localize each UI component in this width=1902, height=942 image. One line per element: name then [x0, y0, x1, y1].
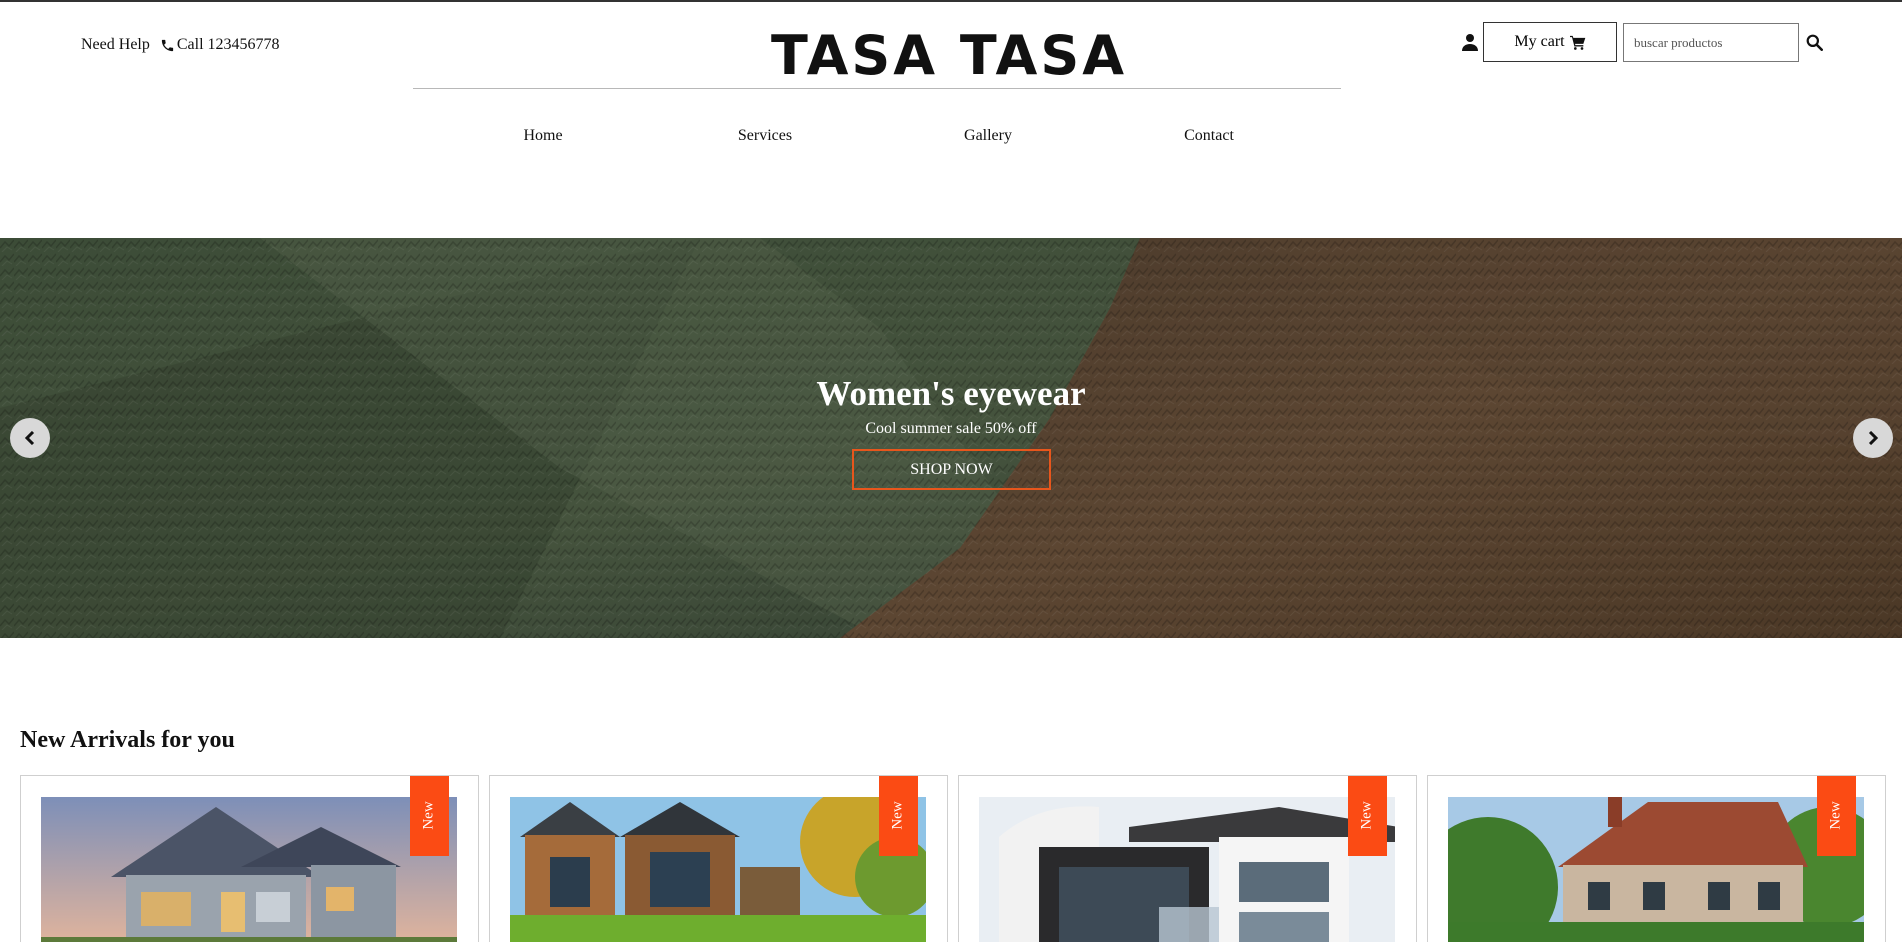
- product-card[interactable]: New: [1427, 775, 1886, 942]
- cart-label: My cart: [1514, 33, 1565, 50]
- new-arrivals-title: New Arrivals for you: [20, 727, 235, 753]
- nav-item-gallery[interactable]: Gallery: [964, 127, 1012, 145]
- user-icon[interactable]: [1462, 33, 1478, 51]
- cart-icon: [1569, 35, 1585, 50]
- product-card[interactable]: New: [958, 775, 1417, 942]
- product-image[interactable]: [979, 797, 1395, 942]
- nav-item-services[interactable]: Services: [738, 127, 792, 145]
- product-image[interactable]: [1448, 797, 1864, 942]
- slider-next-button[interactable]: [1853, 418, 1893, 458]
- new-badge: New: [1817, 776, 1856, 856]
- nav-item-home[interactable]: Home: [523, 127, 562, 145]
- main-nav: Home Services Gallery Contact: [0, 127, 1902, 151]
- hero-title: Women's eyewear: [816, 374, 1086, 413]
- product-image[interactable]: [510, 797, 926, 942]
- chevron-left-icon: [24, 431, 35, 445]
- nav-item-contact[interactable]: Contact: [1184, 127, 1234, 145]
- product-card[interactable]: New: [20, 775, 479, 942]
- slider-prev-button[interactable]: [10, 418, 50, 458]
- chevron-right-icon: [1868, 431, 1879, 445]
- new-badge: New: [1348, 776, 1387, 856]
- logo-divider: [413, 88, 1341, 89]
- top-border: [0, 0, 1902, 2]
- hero-subtitle: Cool summer sale 50% off: [865, 420, 1037, 437]
- cart-button[interactable]: My cart: [1483, 22, 1617, 62]
- shop-now-button[interactable]: SHOP NOW: [852, 449, 1051, 490]
- product-card[interactable]: New: [489, 775, 948, 942]
- hero-slider: Women's eyewear Cool summer sale 50% off…: [0, 238, 1902, 638]
- new-badge: New: [879, 776, 918, 856]
- search-input[interactable]: [1623, 23, 1799, 62]
- search-icon[interactable]: [1806, 34, 1823, 51]
- product-image[interactable]: [41, 797, 457, 942]
- new-badge: New: [410, 776, 449, 856]
